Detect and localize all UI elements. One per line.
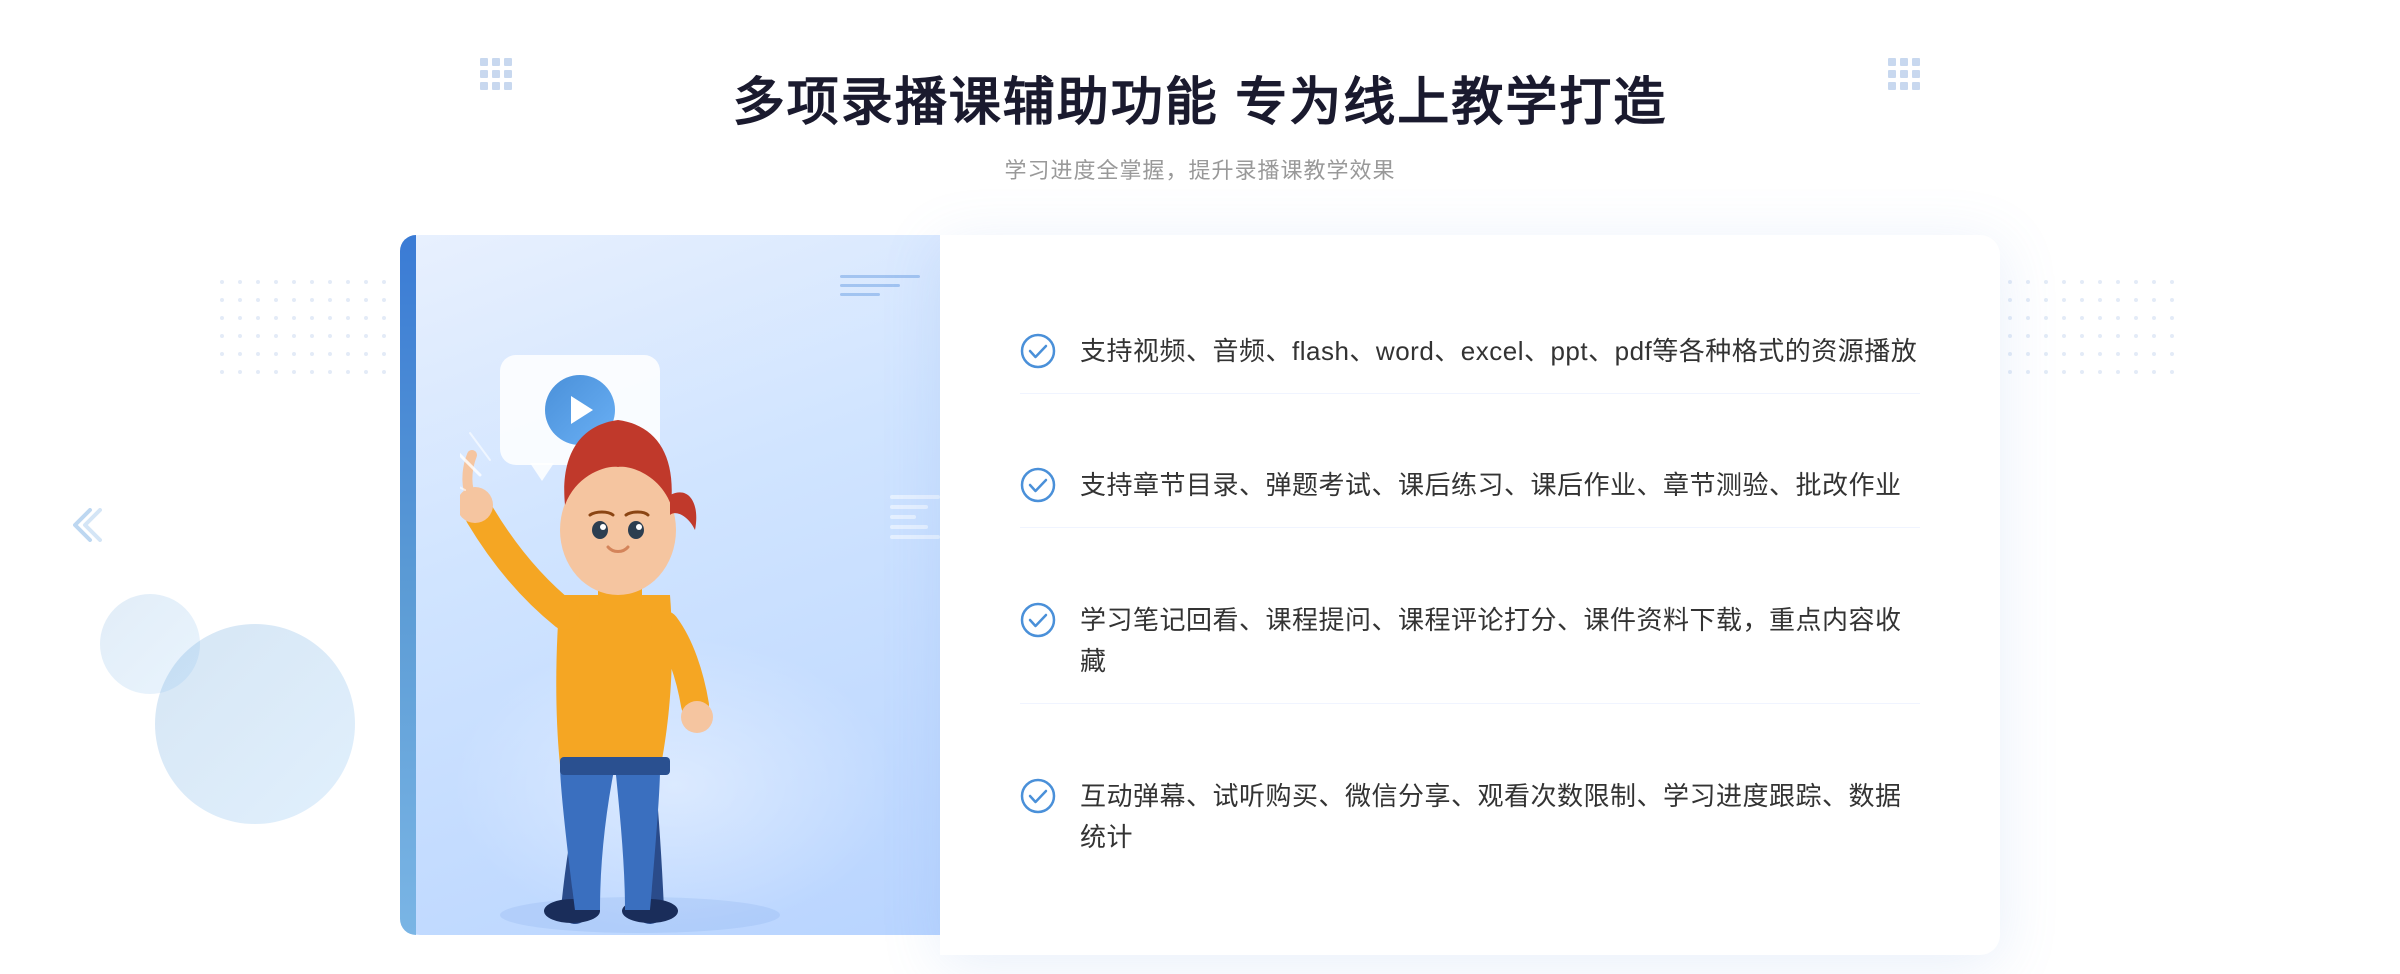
check-circle-icon [1020,467,1056,503]
feature-text-3: 学习笔记回看、课程提问、课程评论打分、课件资料下载，重点内容收藏 [1080,600,1920,683]
decorative-circle-large [155,624,355,824]
grid-decoration-right-icon [1888,58,1920,90]
feature-item-3: 学习笔记回看、课程提问、课程评论打分、课件资料下载，重点内容收藏 [1020,580,1920,704]
content-area: 支持视频、音频、flash、word、excel、ppt、pdf等各种格式的资源… [400,235,2000,955]
feature-item-4: 互动弹幕、试听购买、微信分享、观看次数限制、学习进度跟踪、数据统计 [1020,756,1920,879]
features-panel: 支持视频、音频、flash、word、excel、ppt、pdf等各种格式的资源… [940,235,2000,955]
feature-text-4: 互动弹幕、试听购买、微信分享、观看次数限制、学习进度跟踪、数据统计 [1080,776,1920,859]
feature-item-2: 支持章节目录、弹题考试、课后练习、课后作业、章节测验、批改作业 [1020,445,1920,528]
dot-grid-right [1972,280,2180,488]
page-wrapper: 多项录播课辅助功能 专为线上教学打造 学习进度全掌握，提升录播课教学效果 [0,0,2400,974]
page-subtitle: 学习进度全掌握，提升录播课教学效果 [733,153,1667,185]
check-circle-icon [1020,778,1056,814]
chevron-double-left-icon [60,500,110,562]
feature-text-1: 支持视频、音频、flash、word、excel、ppt、pdf等各种格式的资源… [1080,331,1917,373]
header-section: 多项录播课辅助功能 专为线上教学打造 学习进度全掌握，提升录播课教学效果 [733,60,1667,185]
feature-text-2: 支持章节目录、弹题考试、课后练习、课后作业、章节测验、批改作业 [1080,465,1902,507]
check-circle-icon [1020,333,1056,369]
character-illustration [460,375,860,935]
check-circle-icon [1020,602,1056,638]
decorative-lines [840,275,920,302]
dot-grid-left [220,280,428,488]
page-title: 多项录播课辅助功能 专为线上教学打造 [733,60,1667,135]
grid-decoration-left-icon [480,58,512,90]
feature-item-1: 支持视频、音频、flash、word、excel、ppt、pdf等各种格式的资源… [1020,311,1920,394]
stripe-decoration [890,495,940,539]
decorative-circle-small [100,594,200,694]
illustration-card [400,235,960,935]
